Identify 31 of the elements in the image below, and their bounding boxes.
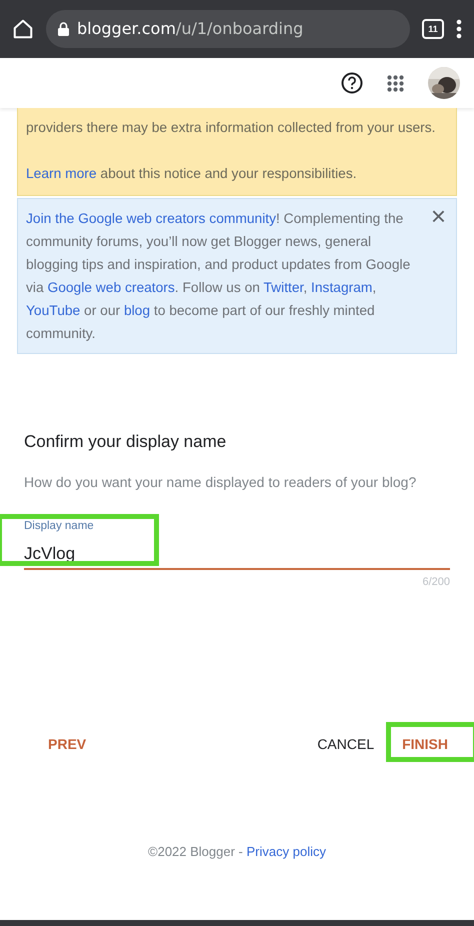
link[interactable]: blog (124, 303, 150, 318)
notice-footer-text: Learn more about this notice and your responsibilities. (26, 165, 358, 183)
display-name-field[interactable]: Display name JcVlog (24, 518, 450, 570)
menu-icon[interactable] (456, 19, 462, 39)
link[interactable]: YouTube (26, 303, 80, 318)
display-name-input[interactable]: JcVlog (24, 544, 224, 564)
dialog-title: Confirm your display name (24, 432, 228, 452)
link[interactable]: Twitter (264, 280, 304, 295)
link[interactable]: Google web creators (47, 280, 175, 295)
address-bar[interactable]: blogger.com/u/1/onboarding (46, 10, 410, 48)
footer-text: ©2022 Blogger - Privacy policy (147, 844, 327, 859)
lock-icon (58, 22, 69, 36)
privacy-policy-link[interactable]: Privacy policy (246, 844, 326, 859)
banner-text: Join the Google web creators community! Complementing the community forums, you’ll now get Blogger news, general blogging tips and inspiration, and product updates from Google via Google web creators. Follow us on Twitter, Instagram, YouTube or our blog to become part of our freshly minted community. (26, 210, 412, 343)
help-icon[interactable] (341, 72, 363, 94)
dialog-button[interactable]: FINISH (396, 728, 454, 760)
field-label: Display name (24, 520, 94, 532)
link[interactable]: Learn more (26, 166, 97, 181)
url-host: blogger.com (77, 19, 176, 38)
link[interactable]: Join the Google web creators community (26, 211, 276, 226)
dialog-button[interactable]: CANCEL (311, 728, 380, 760)
notice-text: providers there may be extra information collected from your users. (26, 119, 436, 137)
apps-grid-icon[interactable] (387, 74, 404, 92)
dialog-button[interactable]: PREV (42, 728, 92, 760)
tab-count-button[interactable]: 11 (422, 19, 444, 39)
link[interactable]: Instagram (311, 280, 372, 295)
home-icon[interactable] (12, 18, 34, 40)
dialog-subtitle: How do you want your name displayed to readers of your blog? (24, 474, 418, 490)
url-path: /u/1/onboarding (176, 19, 304, 38)
close-button[interactable]: × (430, 205, 446, 227)
character-counter: 6/200 (422, 576, 450, 588)
